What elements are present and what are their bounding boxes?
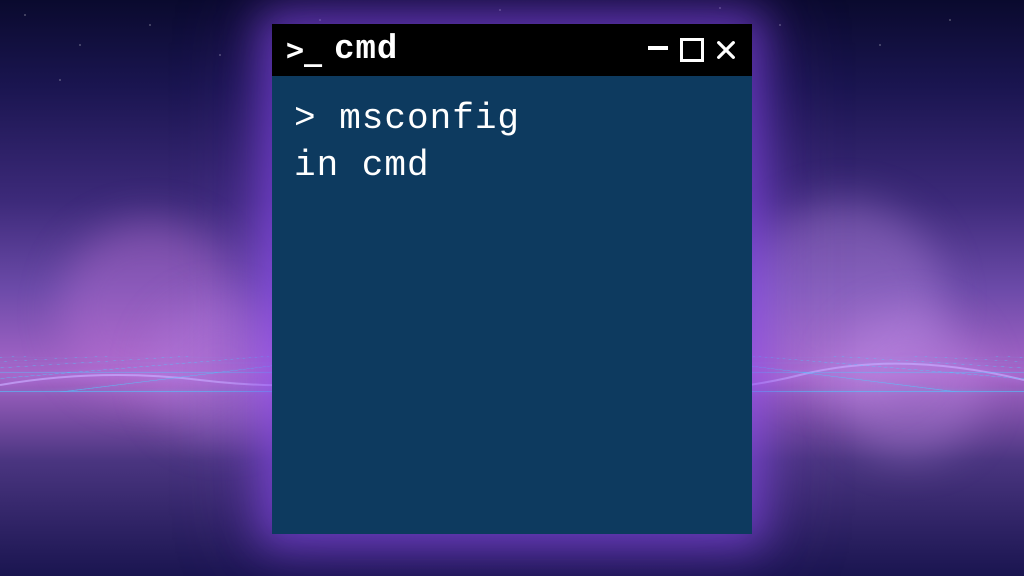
terminal-body[interactable]: > msconfig in cmd — [272, 76, 752, 534]
command-line-1: > msconfig — [294, 96, 730, 143]
terminal-prompt-icon: >_ — [286, 33, 322, 68]
close-button[interactable] — [714, 38, 738, 62]
window-title: cmd — [334, 31, 634, 69]
minimize-button[interactable] — [646, 38, 670, 62]
window-controls — [646, 38, 738, 62]
terminal-window[interactable]: >_ cmd > msconfig in cmd — [272, 24, 752, 534]
maximize-button[interactable] — [680, 38, 704, 62]
window-titlebar[interactable]: >_ cmd — [272, 24, 752, 76]
command-line-2: in cmd — [294, 143, 730, 190]
